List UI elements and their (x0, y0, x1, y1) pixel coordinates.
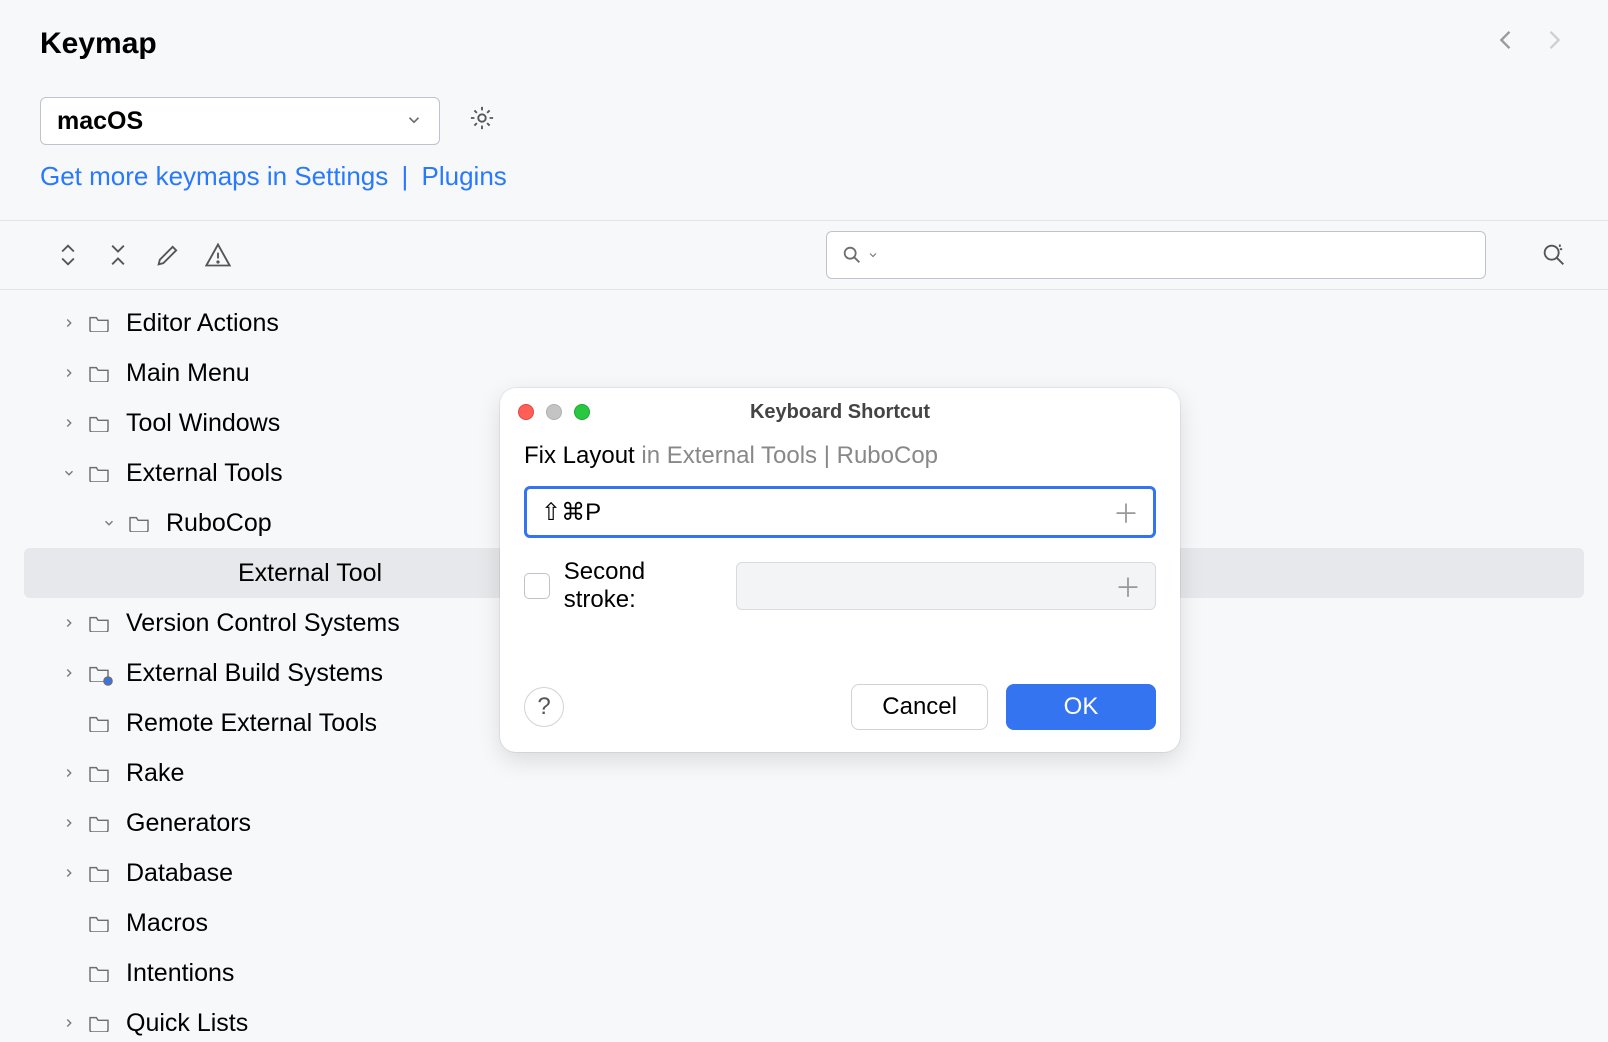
folder-icon (88, 914, 110, 932)
first-stroke-input[interactable]: ⇧⌘P ＋ (524, 486, 1156, 538)
tree-row-database[interactable]: Database (0, 848, 1608, 898)
dialog-action-path-prefix: in External Tools (641, 442, 817, 469)
more-keymaps-link[interactable]: Get more keymaps in Settings | Plugins (0, 145, 1608, 192)
nav-back-icon[interactable] (1492, 26, 1520, 61)
tree-item-label: External Build Systems (126, 661, 383, 686)
chevron-right-icon[interactable] (60, 416, 78, 430)
tree-row-intentions[interactable]: Intentions (0, 948, 1608, 998)
keyboard-shortcut-dialog: Keyboard Shortcut Fix Layout in External… (500, 388, 1180, 752)
keymap-select-value: macOS (57, 107, 143, 136)
second-stroke-plus-icon: ＋ (1115, 568, 1141, 605)
chevron-down-icon (405, 107, 423, 136)
chevron-down-icon[interactable] (60, 466, 78, 480)
tree-item-label: Version Control Systems (126, 611, 400, 636)
link-separator: | (402, 161, 409, 191)
tree-item-label: Intentions (126, 961, 234, 986)
tree-row-quick-lists[interactable]: Quick Lists (0, 998, 1608, 1042)
chevron-right-icon[interactable] (60, 766, 78, 780)
folder-icon (88, 714, 110, 732)
second-stroke-input: ＋ (736, 562, 1156, 610)
folder-icon (88, 314, 110, 332)
second-stroke-label: Second stroke: (564, 558, 722, 614)
tree-item-label: Rake (126, 761, 184, 786)
tree-item-label: Tool Windows (126, 411, 280, 436)
tree-row-rake[interactable]: Rake (0, 748, 1608, 798)
help-button[interactable]: ? (524, 687, 564, 727)
find-action-by-shortcut-icon[interactable] (1540, 242, 1568, 268)
window-close-icon[interactable] (518, 404, 534, 420)
tree-row-generators[interactable]: Generators (0, 798, 1608, 848)
tree-item-label: Macros (126, 911, 208, 936)
tree-item-label: Database (126, 861, 233, 886)
chevron-right-icon[interactable] (60, 366, 78, 380)
chevron-right-icon[interactable] (60, 616, 78, 630)
tree-item-label: Quick Lists (126, 1011, 248, 1036)
tree-item-label: Editor Actions (126, 311, 279, 336)
edit-pencil-icon[interactable] (154, 242, 182, 268)
ok-button[interactable]: OK (1006, 684, 1156, 730)
tree-row-editor-actions[interactable]: Editor Actions (0, 298, 1608, 348)
dialog-action-path: Fix Layout in External Tools | RuboCop (524, 442, 1156, 470)
folder-icon (88, 414, 110, 432)
chevron-right-icon[interactable] (60, 666, 78, 680)
chevron-right-icon[interactable] (60, 316, 78, 330)
chevron-right-icon[interactable] (60, 816, 78, 830)
dialog-action-name: Fix Layout (524, 442, 635, 469)
window-traffic-lights (518, 404, 590, 420)
keymap-settings-gear-icon[interactable] (468, 104, 496, 139)
folder-icon (88, 1014, 110, 1032)
chevron-down-icon[interactable] (100, 516, 118, 530)
search-icon (841, 244, 863, 266)
keymap-select[interactable]: macOS (40, 97, 440, 145)
folder-icon (88, 364, 110, 382)
folder-icon (88, 664, 110, 682)
second-stroke-checkbox[interactable] (524, 573, 550, 599)
tree-item-label: Generators (126, 811, 251, 836)
tree-item-label: Main Menu (126, 361, 250, 386)
tree-item-label: Remote External Tools (126, 711, 377, 736)
nav-arrows (1492, 26, 1568, 61)
tree-row-macros[interactable]: Macros (0, 898, 1608, 948)
add-shortcut-plus-icon[interactable]: ＋ (1113, 494, 1139, 531)
expand-all-icon[interactable] (54, 242, 82, 268)
folder-icon (88, 864, 110, 882)
chevron-right-icon[interactable] (60, 1016, 78, 1030)
folder-icon (88, 614, 110, 632)
more-keymaps-link-text1[interactable]: Get more keymaps in Settings (40, 161, 388, 191)
window-minimize-icon (546, 404, 562, 420)
tree-item-label: External Tools (126, 461, 283, 486)
page-title: Keymap (40, 27, 157, 61)
window-zoom-icon[interactable] (574, 404, 590, 420)
tree-item-label: RuboCop (166, 511, 272, 536)
folder-icon (128, 514, 150, 532)
path-separator: | (824, 442, 837, 469)
more-keymaps-link-text2[interactable]: Plugins (422, 161, 507, 191)
collapse-all-icon[interactable] (104, 242, 132, 268)
tree-item-label: External Tool (238, 561, 382, 586)
warning-triangle-icon[interactable] (204, 242, 232, 268)
folder-icon (88, 764, 110, 782)
search-input[interactable] (826, 231, 1486, 279)
nav-forward-icon (1540, 26, 1568, 61)
dialog-title: Keyboard Shortcut (500, 401, 1180, 424)
first-stroke-value: ⇧⌘P (541, 498, 601, 527)
search-options-chevron-icon[interactable] (867, 249, 879, 261)
chevron-right-icon[interactable] (60, 866, 78, 880)
dialog-action-path-suffix: RuboCop (837, 442, 938, 469)
folder-icon (88, 464, 110, 482)
folder-icon (88, 814, 110, 832)
cancel-button[interactable]: Cancel (851, 684, 988, 730)
folder-icon (88, 964, 110, 982)
